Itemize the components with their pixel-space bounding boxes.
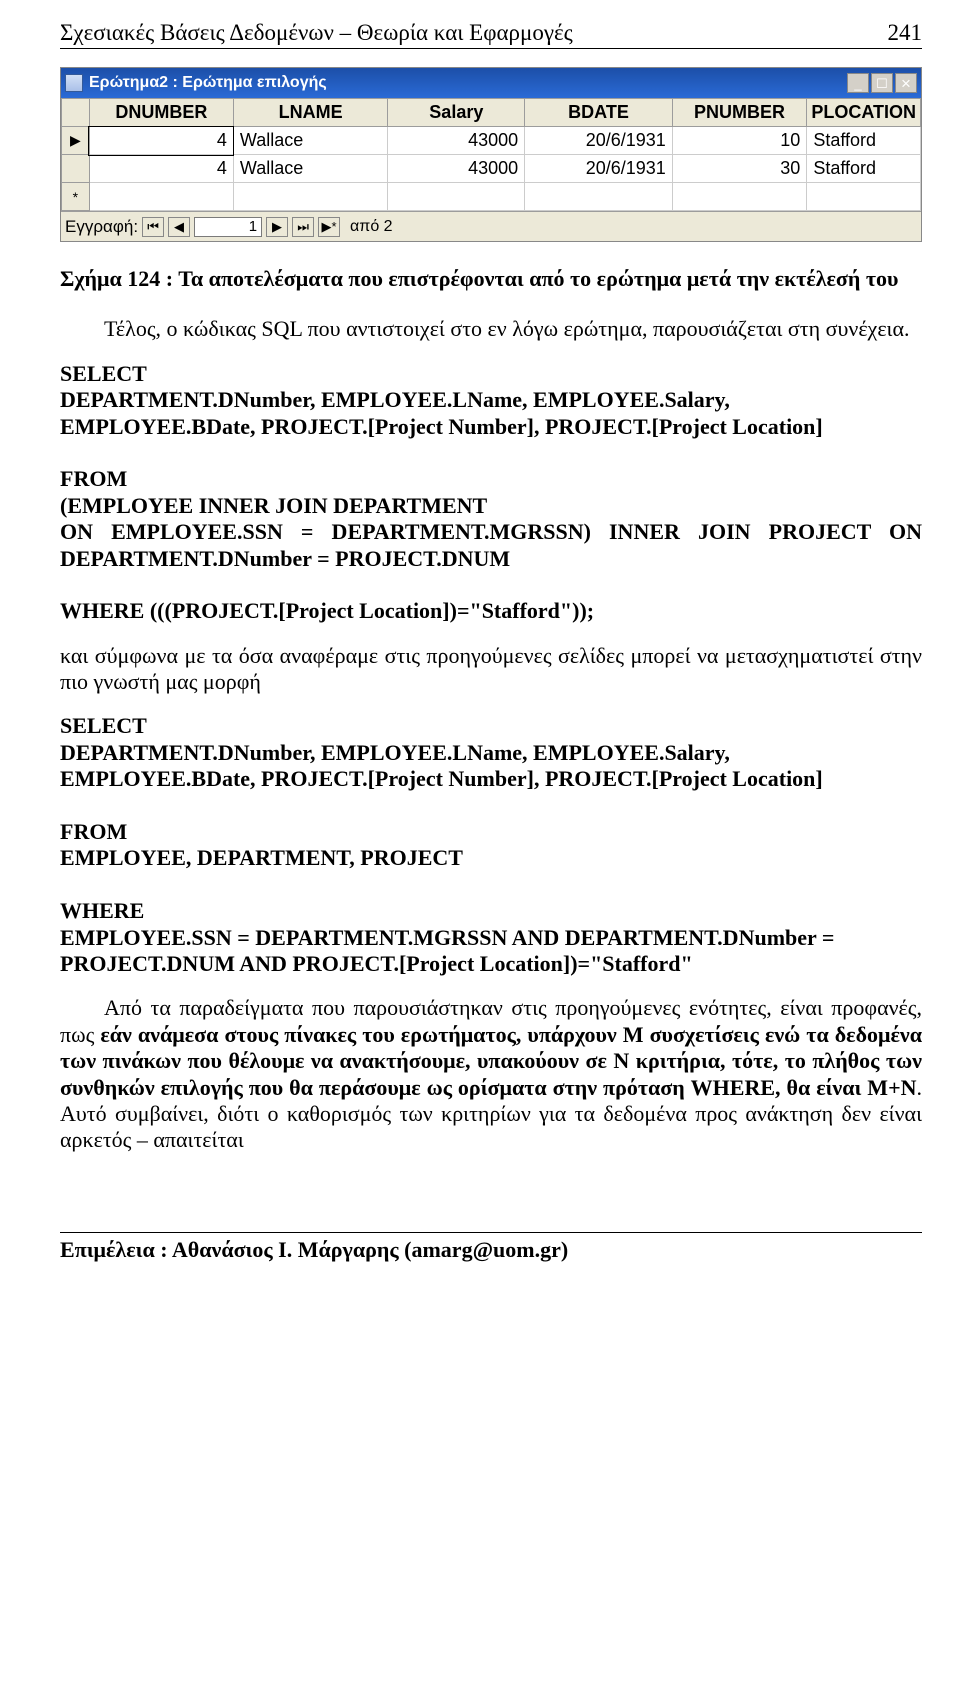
query-window: Ερώτημα2 : Ερώτημα επιλογής DNUMBER LNAM… [60, 67, 922, 242]
page-number: 241 [888, 20, 923, 46]
cell[interactable]: 10 [672, 127, 807, 155]
window-title: Ερώτημα2 : Ερώτημα επιλογής [89, 74, 847, 92]
sql-line: FROM [60, 819, 922, 845]
sql-line: SELECT [60, 713, 922, 739]
row-selector[interactable]: ▶ [62, 127, 90, 155]
cell[interactable]: 4 [89, 155, 233, 183]
para: Από τα παραδείγματα που παρουσιάστηκαν σ… [60, 995, 922, 1153]
last-button[interactable]: ⏭ [292, 217, 314, 237]
sql-block-1: SELECT DEPARTMENT.DNumber, EMPLOYEE.LNam… [60, 361, 922, 625]
cell[interactable]: Stafford [807, 127, 921, 155]
maximize-button[interactable] [871, 73, 893, 93]
figure-caption: Σχήμα 124 : Τα αποτελέσματα που επιστρέφ… [60, 266, 922, 292]
record-total: από 2 [350, 218, 393, 236]
cell[interactable] [89, 183, 233, 211]
cell[interactable]: 30 [672, 155, 807, 183]
next-button[interactable]: ▶ [266, 217, 288, 237]
record-label: Εγγραφή: [65, 217, 138, 237]
first-button[interactable]: ⏮ [142, 217, 164, 237]
col-plocation[interactable]: PLOCATION [807, 99, 921, 127]
col-dnumber[interactable]: DNUMBER [89, 99, 233, 127]
record-navbar: Εγγραφή: ⏮ ◀ 1 ▶ ⏭ ▶* από 2 [61, 211, 921, 241]
result-grid[interactable]: DNUMBER LNAME Salary BDATE PNUMBER PLOCA… [61, 98, 921, 211]
cell[interactable]: 43000 [388, 127, 525, 155]
cell[interactable]: Wallace [233, 155, 388, 183]
new-button[interactable]: ▶* [318, 217, 340, 237]
cell[interactable]: Wallace [233, 127, 388, 155]
table-row[interactable]: ▶ 4 Wallace 43000 20/6/1931 10 Stafford [62, 127, 921, 155]
cell[interactable]: 20/6/1931 [525, 127, 673, 155]
table-row[interactable]: 4 Wallace 43000 20/6/1931 30 Stafford [62, 155, 921, 183]
sql-line [60, 440, 922, 466]
sql-line: SELECT [60, 361, 922, 387]
cell[interactable]: Stafford [807, 155, 921, 183]
col-salary[interactable]: Salary [388, 99, 525, 127]
page-header-title: Σχεσιακές Βάσεις Δεδομένων – Θεωρία και … [60, 20, 573, 46]
sql-line: FROM [60, 466, 922, 492]
cell[interactable]: 20/6/1931 [525, 155, 673, 183]
cell[interactable] [388, 183, 525, 211]
col-bdate[interactable]: BDATE [525, 99, 673, 127]
sql-line: ON EMPLOYEE.SSN = DEPARTMENT.MGRSSN) INN… [60, 519, 922, 572]
cell[interactable] [233, 183, 388, 211]
close-button[interactable] [895, 73, 917, 93]
footer: Επιμέλεια : Αθανάσιος Ι. Μάργαρης (amarg… [60, 1232, 922, 1263]
record-input[interactable]: 1 [194, 217, 262, 237]
row-selector-header[interactable] [62, 99, 90, 127]
minimize-button[interactable] [847, 73, 869, 93]
cell[interactable] [807, 183, 921, 211]
sql-line: WHERE (((PROJECT.[Project Location])="St… [60, 598, 922, 624]
prev-button[interactable]: ◀ [168, 217, 190, 237]
new-row-icon[interactable]: * [62, 183, 90, 211]
sql-block-2: SELECT DEPARTMENT.DNumber, EMPLOYEE.LNam… [60, 713, 922, 977]
col-lname[interactable]: LNAME [233, 99, 388, 127]
sql-line: DEPARTMENT.DNumber, EMPLOYEE.LName, EMPL… [60, 387, 922, 440]
sql-line: EMPLOYEE, DEPARTMENT, PROJECT [60, 845, 922, 871]
sql-line: (EMPLOYEE INNER JOIN DEPARTMENT [60, 493, 922, 519]
cell[interactable] [525, 183, 673, 211]
new-row[interactable]: * [62, 183, 921, 211]
para: Τέλος, ο κώδικας SQL που αντιστοιχεί στο… [60, 316, 922, 342]
text-bold: εάν ανάμεσα στους πίνακες του ερωτήματος… [60, 1022, 922, 1100]
row-selector[interactable] [62, 155, 90, 183]
cell[interactable] [672, 183, 807, 211]
cell[interactable]: 4 [89, 127, 233, 155]
col-pnumber[interactable]: PNUMBER [672, 99, 807, 127]
titlebar[interactable]: Ερώτημα2 : Ερώτημα επιλογής [61, 68, 921, 98]
window-icon [65, 74, 83, 92]
cell[interactable]: 43000 [388, 155, 525, 183]
sql-line: EMPLOYEE.SSN = DEPARTMENT.MGRSSN AND DEP… [60, 925, 922, 978]
sql-line: WHERE [60, 898, 922, 924]
sql-line: DEPARTMENT.DNumber, EMPLOYEE.LName, EMPL… [60, 740, 922, 793]
sql-line [60, 572, 922, 598]
sql-line [60, 793, 922, 819]
sql-line [60, 872, 922, 898]
para: και σύμφωνα με τα όσα αναφέραμε στις προ… [60, 643, 922, 696]
